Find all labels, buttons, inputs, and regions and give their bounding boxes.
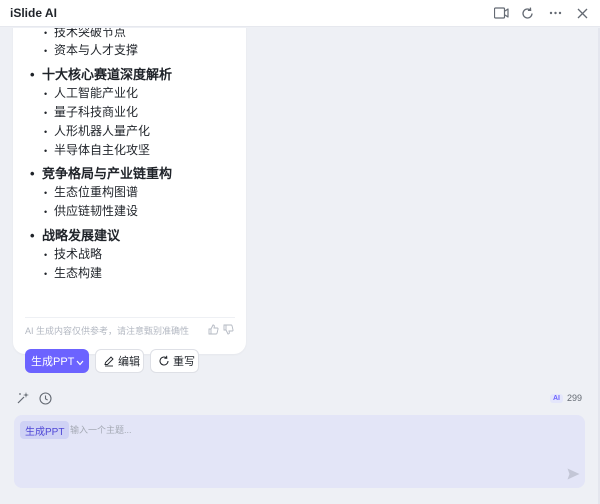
edit-label: 编辑 [118,356,140,368]
list-item: • 技术突破节点 [44,28,127,39]
list-item: • 资本与人才支撑 [44,43,139,57]
chevron-down-icon [76,357,84,369]
list-item: • 人工智能产业化 [44,86,139,100]
topic-input[interactable] [70,423,550,437]
panel-icon[interactable] [492,4,510,22]
rewrite-icon [158,355,170,367]
history-icon[interactable] [38,391,52,405]
thumb-up-icon[interactable] [207,323,219,335]
generate-ppt-tag[interactable]: 生成PPT [20,421,70,439]
section-title: • 十大核心赛道深度解析 [30,67,173,82]
divider [25,317,235,318]
sparkle-icon[interactable] [16,391,30,405]
prompt-composer[interactable]: 生成PPT [14,415,585,488]
thumb-down-icon[interactable] [222,323,234,335]
credits-count: 299 [567,393,583,403]
more-icon[interactable] [546,4,564,22]
close-icon[interactable] [573,4,591,22]
section-title: • 竞争格局与产业链重构 [30,166,173,181]
generate-ppt-button[interactable]: 生成PPT [25,349,89,373]
generate-ppt-label: 生成PPT [31,356,75,368]
ai-disclaimer: AI 生成内容仅供参考，请注意甄别准确性 [25,326,190,336]
list-item: • 人形机器人量产化 [44,124,151,138]
section-title: • 战略发展建议 [30,228,121,243]
list-item: • 量子科技商业化 [44,105,139,119]
ai-response-card: • 技术突破节点 • 资本与人才支撑 • 十大核心赛道深度解析 • 人工智能产业化 • 量… [13,28,246,373]
list-item: • 供应链韧性建设 [44,204,139,218]
rewrite-button[interactable]: 重写 [150,349,199,373]
list-item: • 生态构建 [44,266,103,280]
edit-button[interactable]: 编辑 [95,349,144,373]
list-item: • 技术战略 [44,247,103,261]
list-item: • 生态位重构图谱 [44,185,139,199]
rewrite-label: 重写 [173,356,195,368]
list-item: • 半导体自主化攻坚 [44,143,151,157]
app-title: iSlide AI [10,6,57,20]
credits-badge: AI [550,393,563,403]
credits-indicator: AI 299 [550,390,582,406]
refresh-icon[interactable] [518,4,536,22]
title-bar: iSlide AI [0,0,600,27]
send-icon[interactable] [566,467,580,481]
edit-icon [103,355,115,367]
